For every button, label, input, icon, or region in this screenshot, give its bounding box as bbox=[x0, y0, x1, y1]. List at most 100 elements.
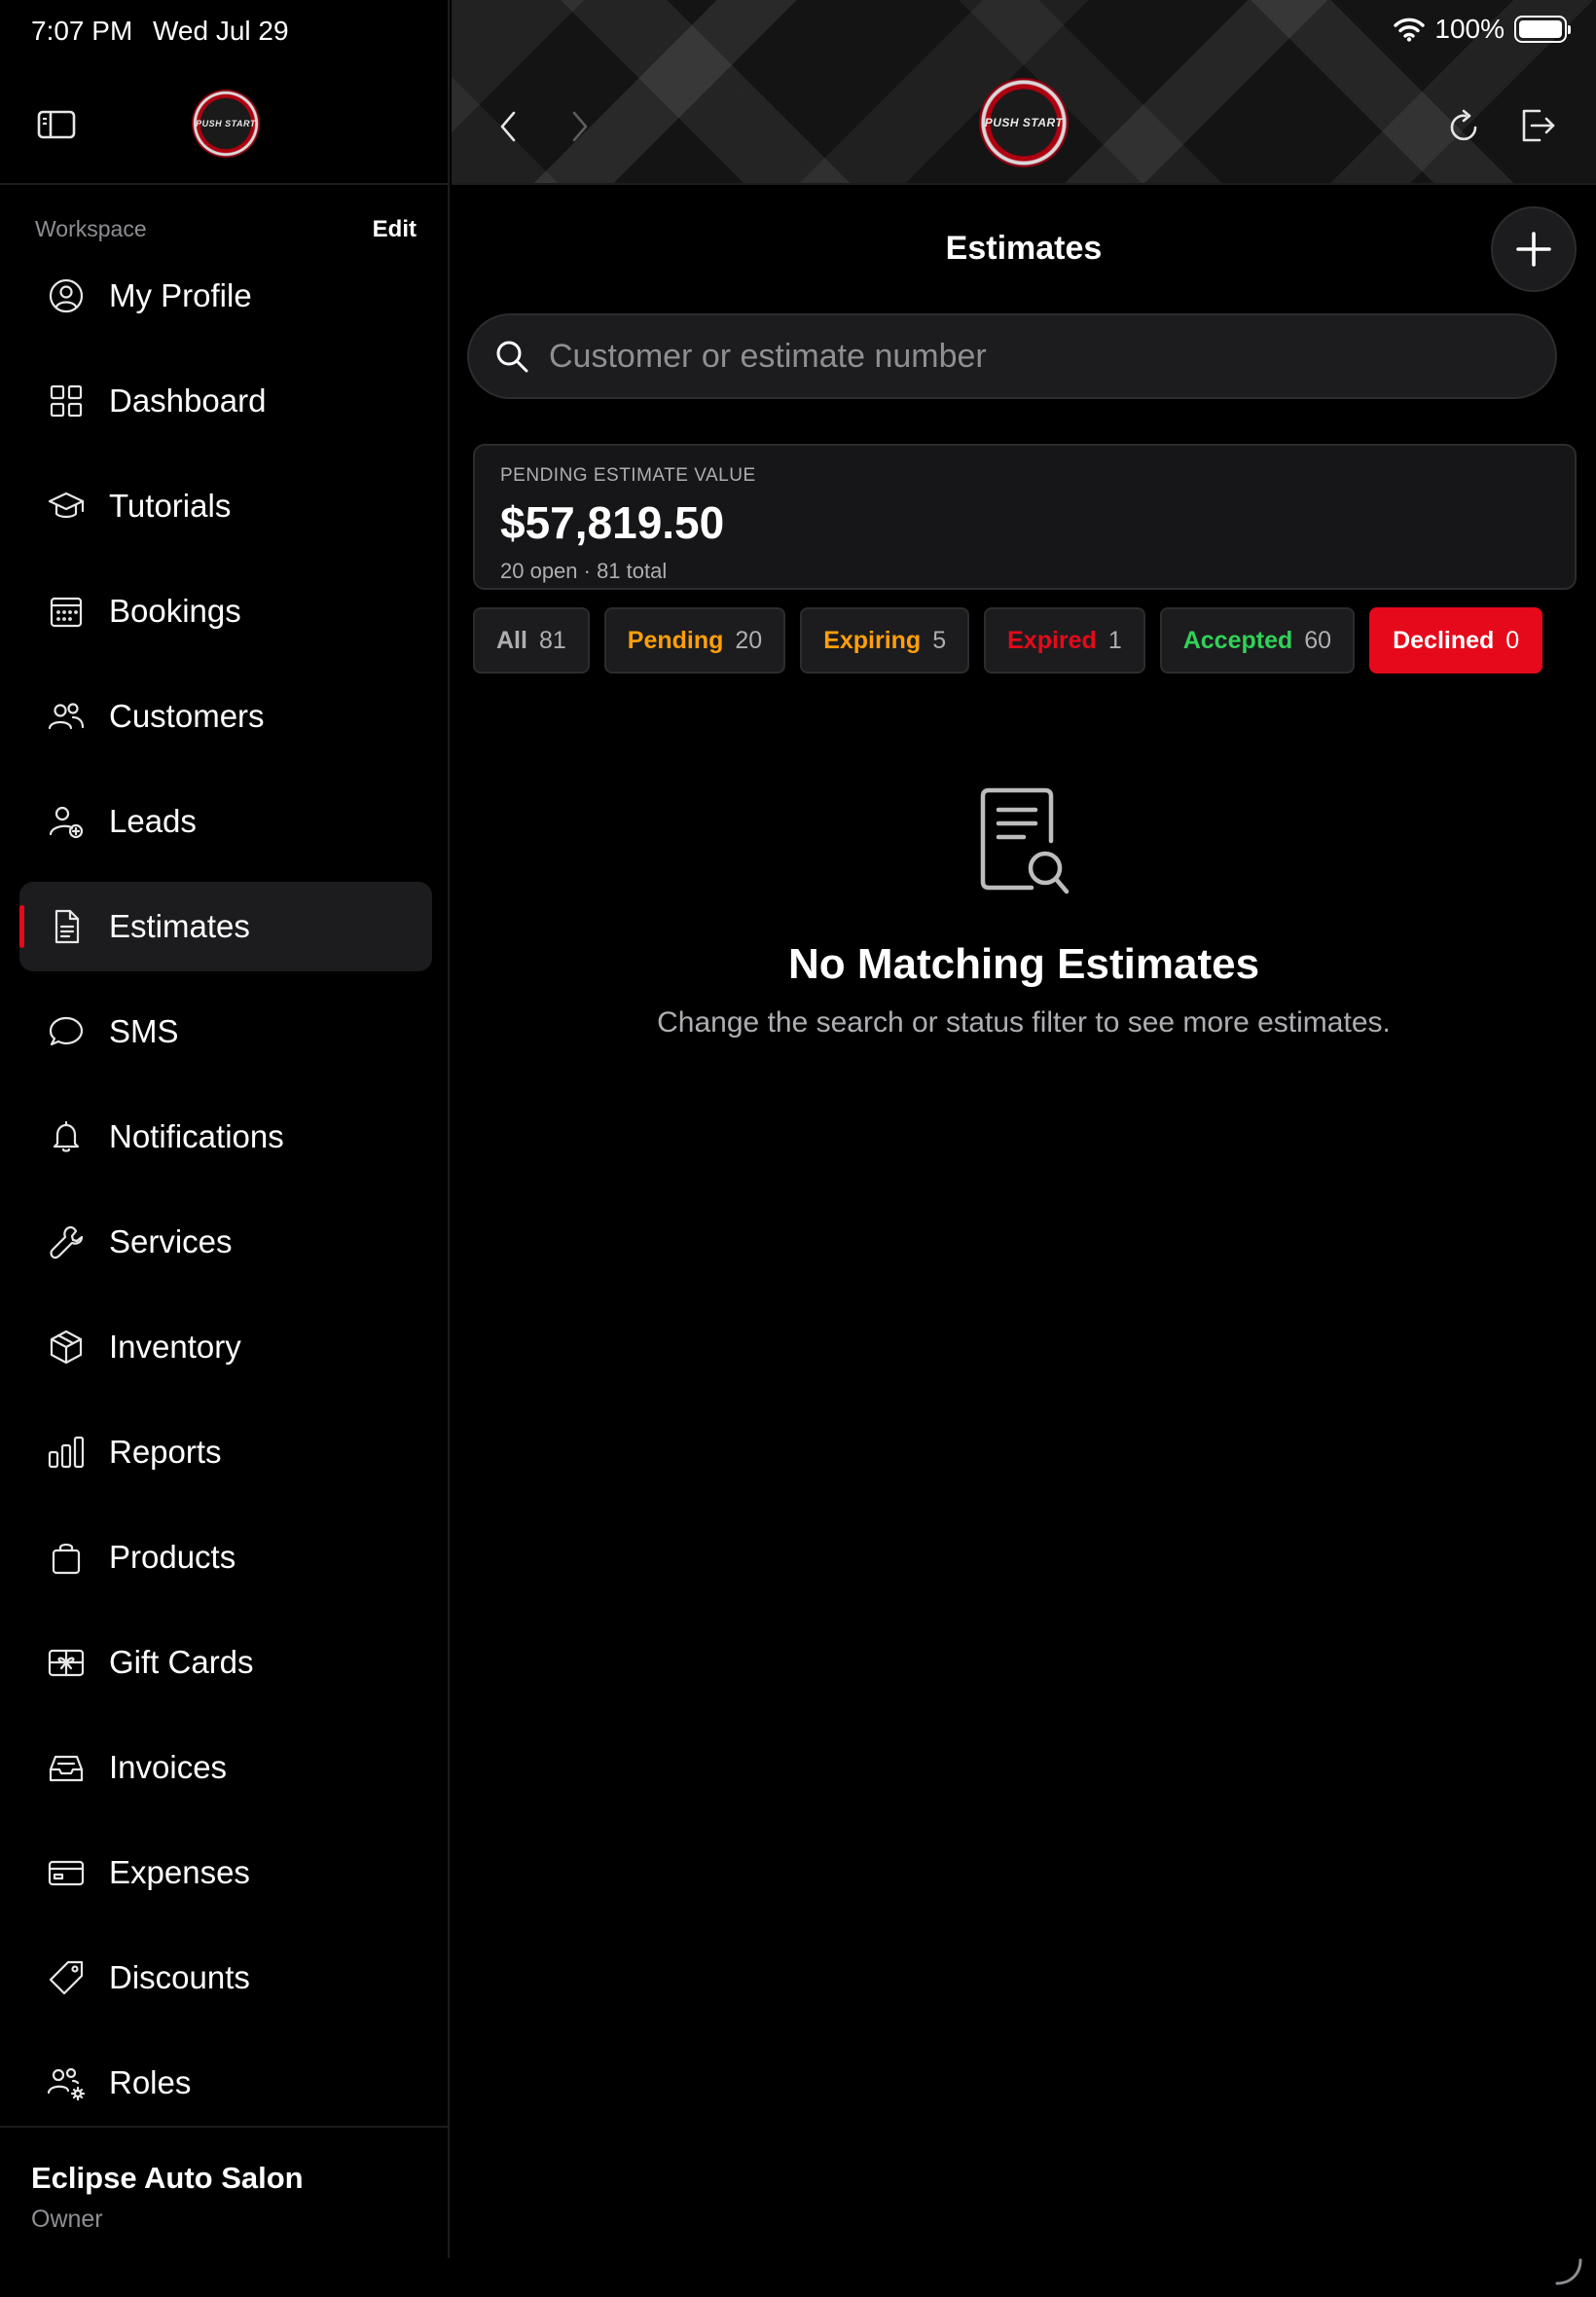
battery-icon bbox=[1514, 16, 1571, 43]
sidebar-item-expenses[interactable]: Expenses bbox=[19, 1820, 432, 1925]
sidebar-item-discounts[interactable]: Discounts bbox=[19, 1925, 432, 2030]
box-icon bbox=[45, 1326, 88, 1368]
filter-label: Pending bbox=[627, 626, 724, 654]
sidebar-item-tutorials[interactable]: Tutorials bbox=[19, 454, 432, 559]
empty-state: No Matching Estimates Change the search … bbox=[452, 786, 1596, 1039]
search-bar[interactable] bbox=[467, 313, 1557, 399]
profile-icon bbox=[45, 274, 88, 317]
sidebar-item-notifications[interactable]: Notifications bbox=[19, 1084, 432, 1189]
graduation-cap-icon bbox=[45, 485, 88, 528]
empty-state-subtitle: Change the search or status filter to se… bbox=[657, 1006, 1391, 1039]
filter-count: 5 bbox=[932, 626, 947, 654]
bell-icon bbox=[45, 1115, 88, 1158]
status-bar: 7:07 PM Wed Jul 29 100% bbox=[0, 0, 1596, 62]
workspace-header: Workspace Edit bbox=[35, 216, 417, 243]
sidebar-item-services[interactable]: Services bbox=[19, 1189, 432, 1294]
filter-label: All bbox=[496, 626, 527, 654]
search-icon bbox=[496, 341, 528, 373]
page-title: Estimates bbox=[945, 230, 1103, 267]
sidebar-item-label: Gift Cards bbox=[109, 1644, 254, 1680]
add-estimate-button[interactable] bbox=[1491, 206, 1577, 292]
brand-logo: PUSH START bbox=[192, 90, 260, 158]
sidebar-item-roles[interactable]: Roles bbox=[19, 2030, 432, 2135]
logout-icon[interactable] bbox=[1516, 105, 1557, 146]
filter-label: Expiring bbox=[823, 626, 922, 654]
sidebar-item-label: Customers bbox=[109, 698, 265, 734]
battery-percent: 100% bbox=[1434, 14, 1505, 44]
sidebar-item-label: Bookings bbox=[109, 593, 241, 629]
sidebar-item-label: Tutorials bbox=[109, 488, 232, 524]
search-input[interactable] bbox=[549, 337, 1555, 376]
inbox-icon bbox=[45, 1746, 88, 1789]
sidebar-item-label: Reports bbox=[109, 1434, 222, 1470]
back-icon[interactable] bbox=[494, 107, 522, 146]
edit-button[interactable]: Edit bbox=[373, 216, 417, 243]
plus-icon bbox=[1516, 232, 1551, 267]
sidebar-nav: My Profile Dashboard Tutorials Bookings … bbox=[19, 243, 432, 2135]
people-gear-icon bbox=[45, 2061, 88, 2104]
account-footer[interactable]: Eclipse Auto Salon Owner bbox=[0, 2126, 450, 2258]
user-role: Owner bbox=[31, 2206, 103, 2233]
filter-label: Accepted bbox=[1182, 626, 1293, 654]
resize-handle-icon[interactable] bbox=[1551, 2254, 1584, 2287]
sidebar-item-gift-cards[interactable]: Gift Cards bbox=[19, 1610, 432, 1715]
empty-state-title: No Matching Estimates bbox=[787, 940, 1260, 988]
sidebar-item-reports[interactable]: Reports bbox=[19, 1400, 432, 1505]
refresh-icon[interactable] bbox=[1444, 107, 1483, 146]
sidebar-item-invoices[interactable]: Invoices bbox=[19, 1715, 432, 1820]
sidebar-item-sms[interactable]: SMS bbox=[19, 979, 432, 1084]
wrench-icon bbox=[45, 1221, 88, 1263]
sidebar-item-estimates[interactable]: Estimates bbox=[19, 882, 432, 971]
business-name: Eclipse Auto Salon bbox=[31, 2161, 304, 2195]
people-icon bbox=[45, 695, 88, 738]
sidebar-item-label: Estimates bbox=[109, 908, 250, 944]
workspace-label: Workspace bbox=[35, 216, 147, 241]
sidebar-item-bookings[interactable]: Bookings bbox=[19, 559, 432, 664]
filter-expiring[interactable]: Expiring 5 bbox=[800, 607, 970, 674]
chat-bubble-icon bbox=[45, 1010, 88, 1053]
sidebar-item-label: Services bbox=[109, 1223, 233, 1259]
filter-label: Expired bbox=[1007, 626, 1097, 654]
calendar-icon bbox=[45, 590, 88, 633]
sidebar-item-label: Notifications bbox=[109, 1118, 284, 1154]
filter-count: 0 bbox=[1505, 626, 1520, 654]
gift-card-icon bbox=[45, 1641, 88, 1684]
sidebar-item-inventory[interactable]: Inventory bbox=[19, 1294, 432, 1400]
status-filters: All 81 Pending 20 Expiring 5 Expired 1 Accep… bbox=[473, 607, 1543, 674]
status-time: 7:07 PM bbox=[31, 16, 133, 46]
sidebar-item-label: Discounts bbox=[109, 1959, 250, 1995]
status-date: Wed Jul 29 bbox=[153, 16, 289, 46]
tag-icon bbox=[45, 1956, 88, 1999]
shopping-bag-icon bbox=[45, 1536, 88, 1579]
summary-label: PENDING ESTIMATE VALUE bbox=[500, 465, 756, 486]
forward-icon[interactable] bbox=[566, 107, 594, 146]
status-right: 100% bbox=[1394, 14, 1571, 45]
filter-pending[interactable]: Pending 20 bbox=[603, 607, 786, 674]
add-person-icon bbox=[45, 800, 88, 843]
brand-logo-center: PUSH START bbox=[979, 78, 1069, 167]
filter-expired[interactable]: Expired 1 bbox=[984, 607, 1145, 674]
sidebar-item-customers[interactable]: Customers bbox=[19, 664, 432, 769]
wifi-icon bbox=[1394, 18, 1426, 42]
main-content: PUSH START Estimates PENDING ESTIMATE VA… bbox=[452, 0, 1596, 2297]
filter-declined[interactable]: Declined 0 bbox=[1369, 607, 1543, 674]
sidebar-item-my-profile[interactable]: My Profile bbox=[19, 243, 432, 348]
bar-chart-icon bbox=[45, 1431, 88, 1474]
sidebar-item-products[interactable]: Products bbox=[19, 1505, 432, 1610]
sidebar-item-label: Dashboard bbox=[109, 383, 267, 419]
pending-value-card: PENDING ESTIMATE VALUE $57,819.50 20 ope… bbox=[473, 444, 1577, 590]
sidebar-item-dashboard[interactable]: Dashboard bbox=[19, 348, 432, 454]
sidebar-toggle-icon[interactable] bbox=[37, 109, 76, 140]
filter-accepted[interactable]: Accepted 60 bbox=[1159, 607, 1356, 674]
filter-count: 81 bbox=[538, 626, 566, 654]
brand-logo-text: PUSH START bbox=[196, 119, 256, 128]
summary-subtext: 20 open · 81 total bbox=[500, 559, 668, 583]
sidebar-item-label: My Profile bbox=[109, 277, 252, 313]
sidebar-item-label: Expenses bbox=[109, 1854, 250, 1890]
credit-card-icon bbox=[45, 1851, 88, 1894]
sidebar-item-leads[interactable]: Leads bbox=[19, 769, 432, 874]
summary-value: $57,819.50 bbox=[500, 497, 725, 548]
filter-count: 1 bbox=[1107, 626, 1122, 654]
sidebar-item-label: Leads bbox=[109, 803, 197, 839]
filter-all[interactable]: All 81 bbox=[473, 607, 590, 674]
